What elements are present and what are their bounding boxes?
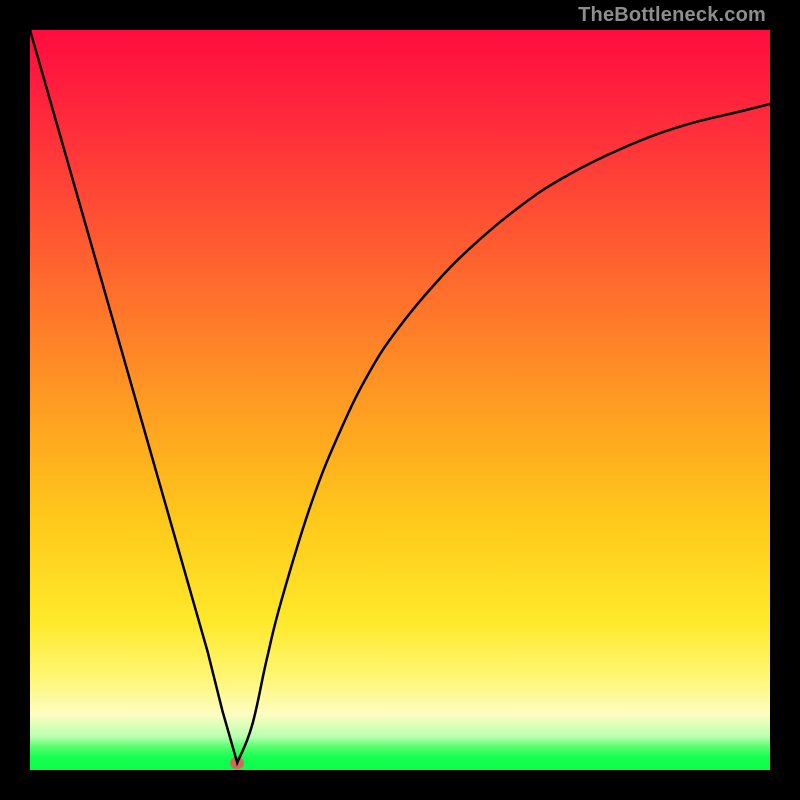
plot-area [30,30,770,770]
watermark-label: TheBottleneck.com [578,4,766,27]
bottleneck-curve [30,30,770,770]
chart-frame: TheBottleneck.com [0,0,800,800]
curve-path [30,30,770,763]
